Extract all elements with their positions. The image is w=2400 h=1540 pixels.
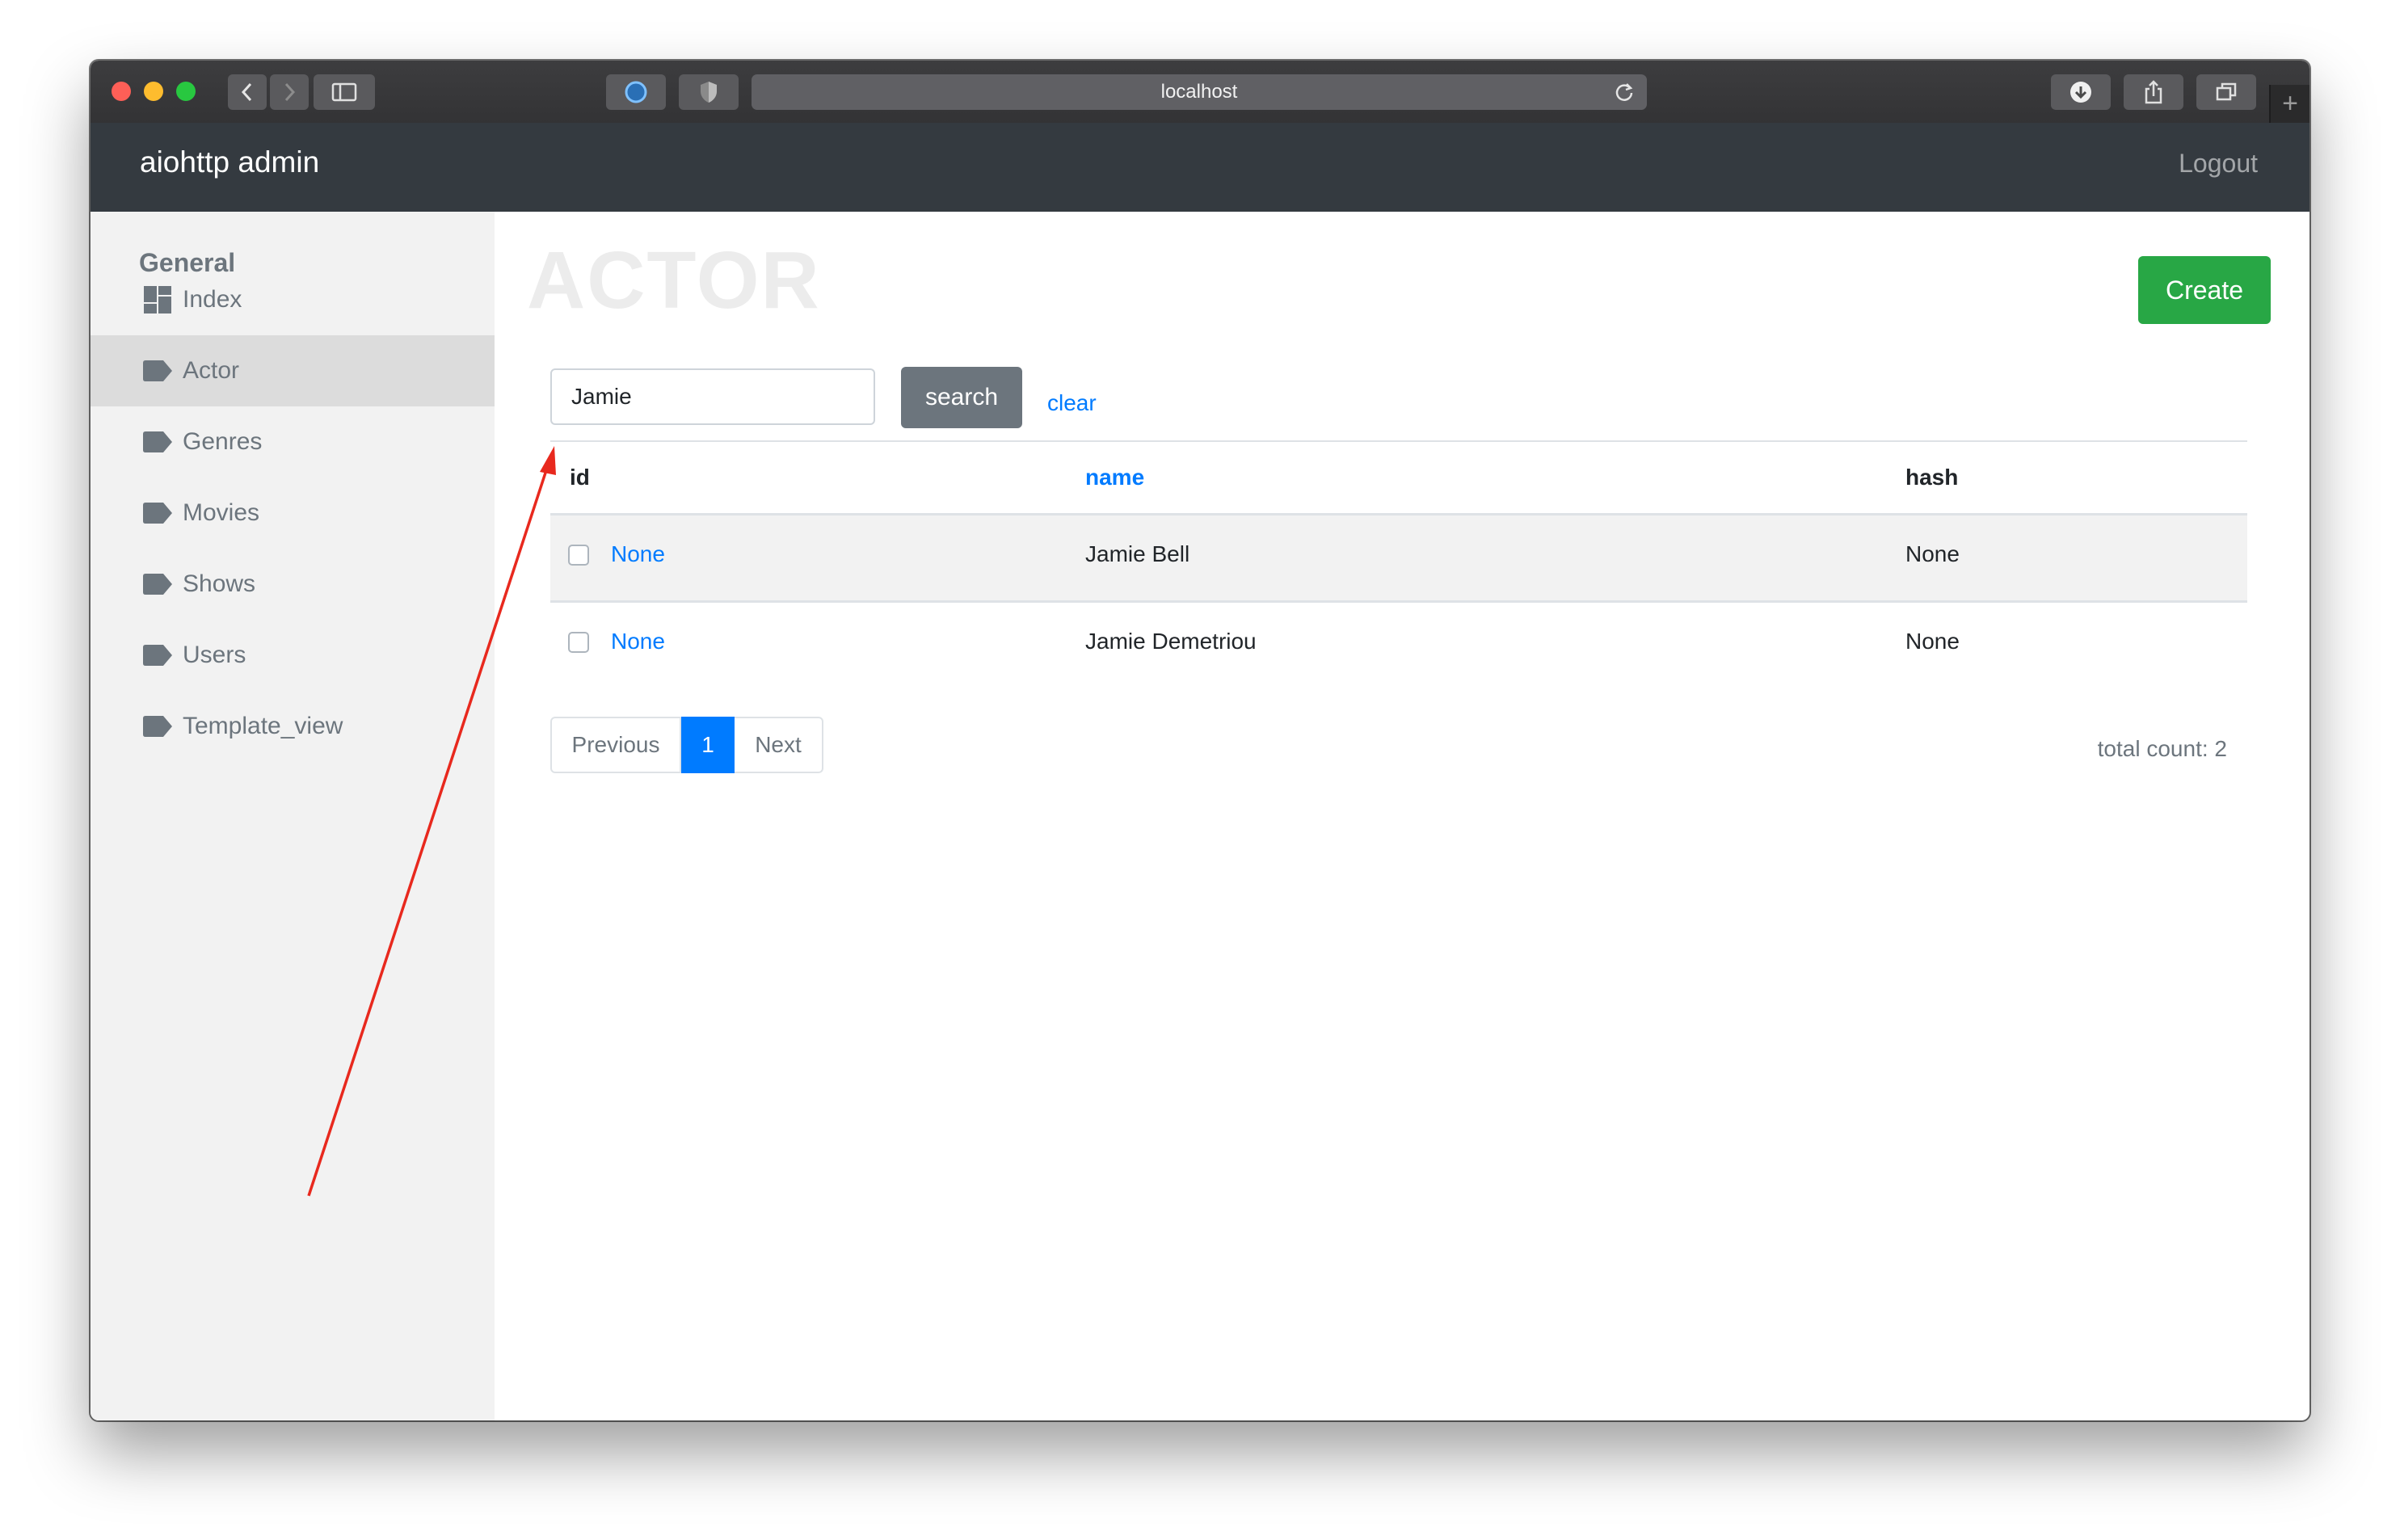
browser-titlebar: localhost + [91, 61, 2309, 124]
sidebar-icon [331, 82, 357, 102]
address-bar[interactable]: localhost [752, 74, 1647, 110]
row-id-link[interactable]: None [611, 629, 665, 654]
back-button[interactable] [228, 74, 267, 110]
search-input[interactable] [550, 368, 875, 425]
clear-link[interactable]: clear [1047, 390, 1097, 416]
table-top-border [550, 440, 2247, 442]
sidebar: General Index Actor Genres Movies Shows … [91, 212, 495, 1420]
next-page-button[interactable]: Next [735, 717, 823, 773]
sidebar-item-movies[interactable]: Movies [91, 478, 495, 549]
chevron-left-icon [241, 82, 252, 102]
zoom-window-button[interactable] [176, 82, 196, 101]
pagination: Previous 1 Next [550, 717, 823, 773]
tag-icon [142, 711, 173, 742]
url-text: localhost [1160, 81, 1238, 103]
table-row: None Jamie Bell None [550, 513, 2247, 600]
shield-icon [701, 82, 717, 103]
row-name: Jamie Bell [1085, 541, 1190, 566]
forward-button[interactable] [270, 74, 309, 110]
close-window-button[interactable] [112, 82, 131, 101]
previous-page-button[interactable]: Previous [550, 717, 681, 773]
privacy-button[interactable] [679, 74, 739, 110]
plus-icon: + [2282, 88, 2298, 119]
row-id-link[interactable]: None [611, 541, 665, 567]
sidebar-item-users[interactable]: Users [91, 620, 495, 691]
row-checkbox[interactable] [568, 632, 589, 653]
tag-icon [142, 569, 173, 600]
page-title: ACTOR [527, 235, 821, 326]
sidebar-item-shows[interactable]: Shows [91, 549, 495, 620]
downloads-button[interactable] [2051, 74, 2111, 110]
tag-icon [142, 640, 173, 671]
sidebar-item-label: Shows [183, 570, 256, 597]
sidebar-item-template-view[interactable]: Template_view [91, 691, 495, 762]
extension-icon [625, 81, 647, 103]
tabs-overview-button[interactable] [2196, 74, 2256, 110]
sidebar-item-genres[interactable]: Genres [91, 406, 495, 478]
tag-icon [142, 427, 173, 457]
tabs-icon [2216, 82, 2237, 101]
app-navbar: aiohttp admin Logout [91, 123, 2309, 212]
sidebar-item-actor[interactable]: Actor [91, 335, 495, 406]
sidebar-item-label: Genres [183, 428, 263, 455]
sidebar-item-index[interactable]: Index [91, 264, 495, 335]
download-icon [2070, 82, 2091, 103]
brand-link[interactable]: aiohttp admin [140, 145, 319, 179]
row-name: Jamie Demetriou [1085, 629, 1257, 654]
logout-link[interactable]: Logout [2179, 149, 2258, 179]
new-tab-button[interactable]: + [2269, 85, 2309, 123]
current-page-button[interactable]: 1 [681, 717, 735, 773]
row-checkbox[interactable] [568, 545, 589, 566]
share-button[interactable] [2124, 74, 2183, 110]
sidebar-item-label: Movies [183, 499, 260, 526]
sidebar-toggle-button[interactable] [314, 74, 375, 110]
column-header-id: id [570, 465, 590, 490]
tag-icon [142, 498, 173, 528]
minimize-window-button[interactable] [144, 82, 163, 101]
reload-icon[interactable] [1613, 81, 1636, 103]
dashboard-icon [142, 284, 173, 315]
row-hash: None [1905, 629, 1960, 654]
browser-window: localhost + aiohttp admin Logout General… [91, 61, 2309, 1420]
search-button[interactable]: search [901, 367, 1022, 428]
sidebar-item-label: Template_view [183, 713, 343, 739]
table-row: None Jamie Demetriou None [550, 600, 2247, 688]
chevron-right-icon [284, 82, 296, 102]
sidebar-item-label: Users [183, 642, 246, 668]
column-header-hash: hash [1905, 465, 1959, 490]
total-count: total count: 2 [2097, 736, 2227, 761]
share-icon [2145, 80, 2162, 104]
column-header-name[interactable]: name [1085, 465, 1144, 490]
sidebar-item-label: Actor [183, 357, 240, 384]
extension-button[interactable] [606, 74, 666, 110]
tag-icon [142, 356, 173, 386]
sidebar-item-label: Index [183, 286, 242, 313]
create-button[interactable]: Create [2138, 256, 2271, 324]
row-hash: None [1905, 541, 1960, 566]
